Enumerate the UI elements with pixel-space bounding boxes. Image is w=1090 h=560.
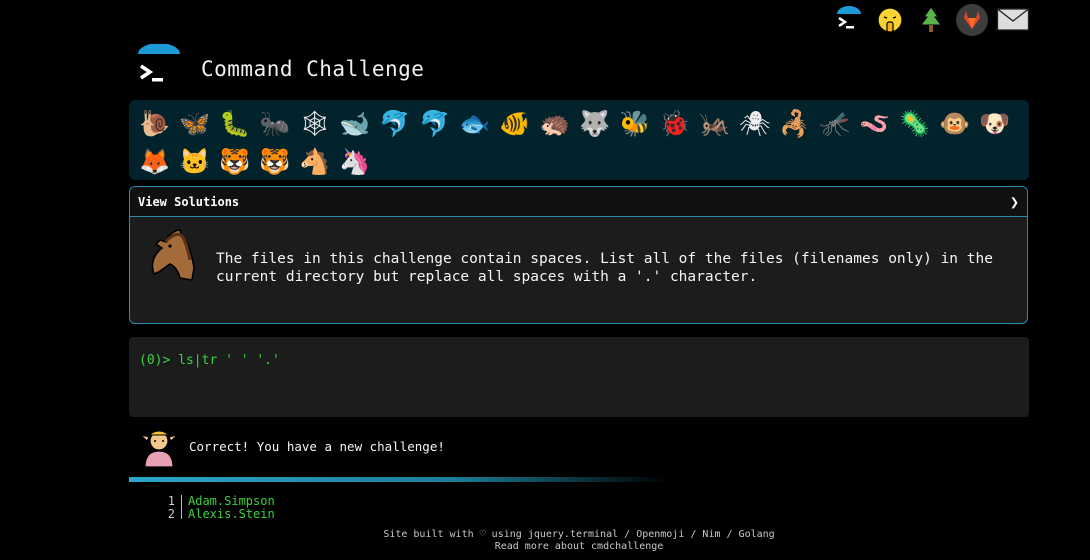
output-line: 2 Alexis.Stein [160, 508, 460, 519]
challenge-panel: View Solutions ❯ The files in this chall… [129, 186, 1028, 324]
animal-glyph: 🦔 [539, 108, 571, 138]
scorpion-icon[interactable]: 🦂 [775, 104, 815, 142]
footer-separator: / [684, 529, 703, 540]
fish-icon[interactable]: 🐟 [455, 104, 495, 142]
animal-glyph: 🐵 [939, 108, 971, 138]
chevron-right-icon[interactable]: ❯ [1010, 193, 1019, 211]
tiger-icon[interactable]: 🐯 [215, 142, 255, 180]
output-list: 1 Adam.Simpson 2 Alexis.Stein [160, 495, 460, 519]
top-nav [832, 3, 1030, 37]
animal-glyph: 🦊 [139, 146, 171, 176]
command-text[interactable]: ls|tr ' ' '.' [178, 353, 280, 368]
line-number: 2 [160, 508, 182, 519]
animal-glyph: 🐝 [619, 108, 651, 138]
animal-glyph: 🐬 [379, 108, 411, 138]
tree-icon[interactable] [914, 3, 948, 37]
animal-glyph: 🦠 [899, 108, 931, 138]
spider-web-icon[interactable]: 🕸 [295, 104, 335, 142]
filename: Alexis.Stein [188, 507, 275, 520]
horse-icon[interactable]: 🐴 [295, 142, 335, 180]
microbe-icon[interactable]: 🦠 [895, 104, 935, 142]
animal-glyph: 🐟 [459, 108, 491, 138]
dolphin-icon[interactable]: 🐬 [415, 104, 455, 142]
site-logo[interactable] [136, 43, 182, 88]
animal-glyph: 🪱 [859, 108, 891, 138]
cricket-icon[interactable]: 🦗 [695, 104, 735, 142]
caterpillar-icon[interactable]: 🐛 [215, 104, 255, 142]
shush-face-icon[interactable] [873, 3, 907, 37]
read-more-link[interactable]: Read more about cmdchallenge [495, 541, 664, 552]
butterfly-icon[interactable]: 🦋 [175, 104, 215, 142]
animal-glyph: 🐶 [979, 108, 1011, 138]
bee-icon[interactable]: 🐝 [615, 104, 655, 142]
ladybug-icon[interactable]: 🐞 [655, 104, 695, 142]
footer-separator: / [618, 529, 637, 540]
nim-link[interactable]: Nim [702, 529, 720, 540]
animal-glyph: 🦟 [819, 108, 851, 138]
challenge-progress-strip: 🐌 🦋 🐛 🐜 🕸 🐋 🐬 🐬 🐟 🐠 🦔 🐺 🐝 🐞 🦗 🕷 🦂 🦟 🪱 🦠 🐵 🐶 🦊 🐱 🐯 🐯 🐴 🦄 [129, 100, 1029, 180]
animal-glyph: 🦗 [699, 108, 731, 138]
footer-line-1: Site built with ♡ using jquery.terminal … [0, 529, 1090, 541]
golang-link[interactable]: Golang [739, 529, 775, 540]
hedgehog-icon[interactable]: 🦔 [535, 104, 575, 142]
animal-glyph: 🐋 [339, 108, 371, 138]
terminal[interactable]: (0)> ls|tr ' ' '.' [129, 337, 1029, 417]
divider-bar [129, 477, 669, 482]
jquery-terminal-link[interactable]: jquery.terminal [528, 529, 618, 540]
snail-icon[interactable]: 🐌 [135, 104, 175, 142]
dog-icon[interactable]: 🐶 [975, 104, 1015, 142]
challenge-description: The files in this challenge contain spac… [216, 251, 993, 285]
animal-glyph: 🐬 [419, 108, 451, 138]
page-title: Command Challenge [201, 57, 425, 81]
view-solutions-toggle[interactable]: View Solutions ❯ [130, 187, 1027, 217]
result-message: Correct! You have a new challenge! [189, 439, 445, 454]
worm-icon[interactable]: 🪱 [855, 104, 895, 142]
animal-glyph: 🦋 [179, 108, 211, 138]
cmd-logo-icon[interactable] [832, 3, 866, 37]
animal-glyph: 🦂 [779, 108, 811, 138]
animal-glyph: 🐞 [659, 108, 691, 138]
animal-glyph: 🕸 [299, 108, 331, 138]
animal-glyph: 🦄 [339, 146, 371, 176]
dolphin-icon[interactable]: 🐬 [375, 104, 415, 142]
elf-avatar-icon [137, 427, 181, 469]
whale-icon[interactable]: 🐋 [335, 104, 375, 142]
animal-glyph: 🐌 [139, 108, 171, 138]
animal-glyph: 🐺 [579, 108, 611, 138]
mosquito-icon[interactable]: 🦟 [815, 104, 855, 142]
footer-credit-text: Site built with ♡ using [383, 529, 528, 540]
tiger-icon[interactable]: 🐯 [255, 142, 295, 180]
animal-glyph: 🐠 [499, 108, 531, 138]
animal-glyph: 🐛 [219, 108, 251, 138]
animal-glyph: 🐱 [179, 146, 211, 176]
cat-icon[interactable]: 🐱 [175, 142, 215, 180]
animal-glyph: 🐯 [219, 146, 251, 176]
ant-icon[interactable]: 🐜 [255, 104, 295, 142]
footer-separator: / [720, 529, 739, 540]
fox-icon[interactable]: 🦊 [135, 142, 175, 180]
unicorn-icon[interactable]: 🦄 [335, 142, 375, 180]
animal-glyph: 🐴 [299, 146, 331, 176]
animal-glyph: 🕷 [739, 108, 771, 138]
monkey-icon[interactable]: 🐵 [935, 104, 975, 142]
openmoji-link[interactable]: Openmoji [636, 529, 684, 540]
view-solutions-label[interactable]: View Solutions [138, 195, 239, 209]
footer: Site built with ♡ using jquery.terminal … [0, 529, 1090, 553]
animal-glyph: 🐜 [259, 108, 291, 138]
spider-icon[interactable]: 🕷 [735, 104, 775, 142]
gitlab-icon[interactable] [955, 3, 989, 37]
tropical-fish-icon[interactable]: 🐠 [495, 104, 535, 142]
prompt-prefix: (0)> [139, 353, 179, 368]
wolf-icon[interactable]: 🐺 [575, 104, 615, 142]
animal-glyph: 🐯 [259, 146, 291, 176]
horse-icon [140, 224, 200, 284]
terminal-prompt[interactable]: (0)> ls|tr ' ' '.' [139, 353, 280, 368]
mail-icon[interactable] [996, 3, 1030, 37]
